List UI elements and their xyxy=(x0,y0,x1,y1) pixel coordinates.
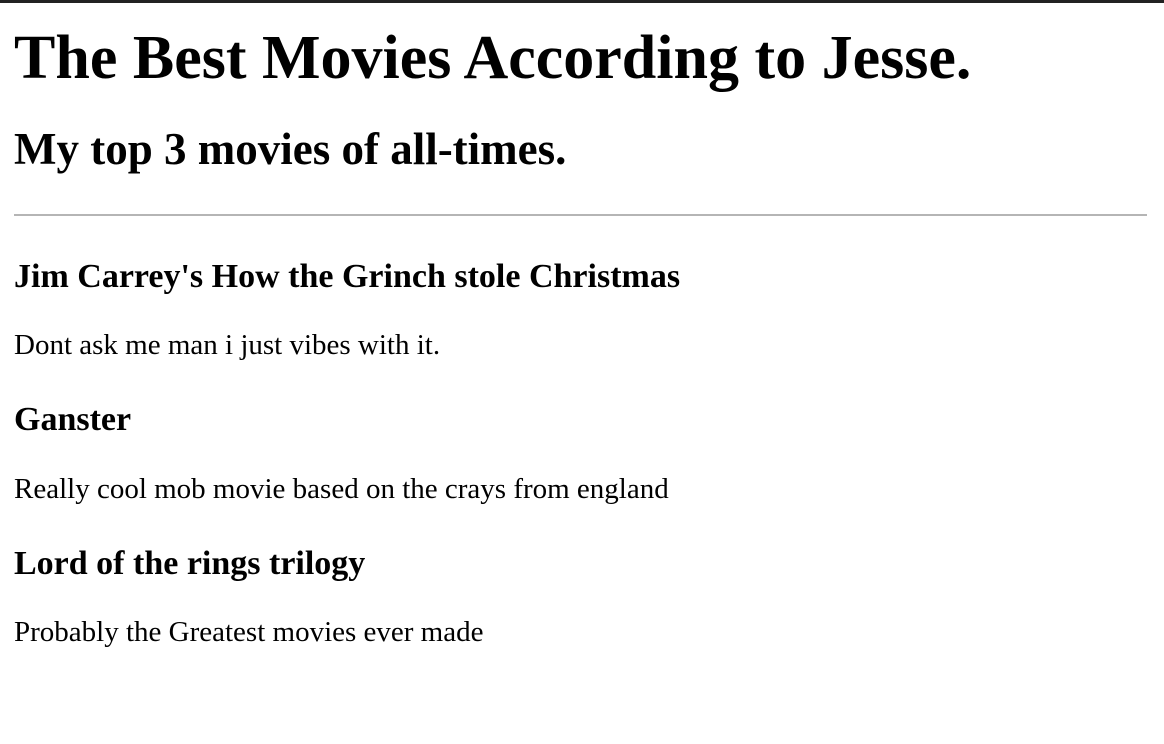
movie-title: Lord of the rings trilogy xyxy=(14,544,366,582)
movie-item: Jim Carrey's How the Grinch stole Christ… xyxy=(14,257,1150,362)
movie-description: Probably the Greatest movies ever made xyxy=(14,616,484,649)
section-divider xyxy=(14,214,1147,217)
page-content: The Best Movies According to Jesse. My t… xyxy=(0,23,1164,649)
movie-title: Jim Carrey's How the Grinch stole Christ… xyxy=(14,258,681,296)
page-title: The Best Movies According to Jesse. xyxy=(14,24,972,92)
page-subtitle: My top 3 movies of all-times. xyxy=(14,124,567,175)
movie-item: Ganster Really cool mob movie based on t… xyxy=(14,400,1150,505)
movie-description: Really cool mob movie based on the crays… xyxy=(14,472,669,505)
movie-list: Jim Carrey's How the Grinch stole Christ… xyxy=(14,257,1150,649)
movie-description: Dont ask me man i just vibes with it. xyxy=(14,329,441,362)
movie-title: Ganster xyxy=(14,401,132,439)
movie-item: Lord of the rings trilogy Probably the G… xyxy=(14,544,1150,649)
